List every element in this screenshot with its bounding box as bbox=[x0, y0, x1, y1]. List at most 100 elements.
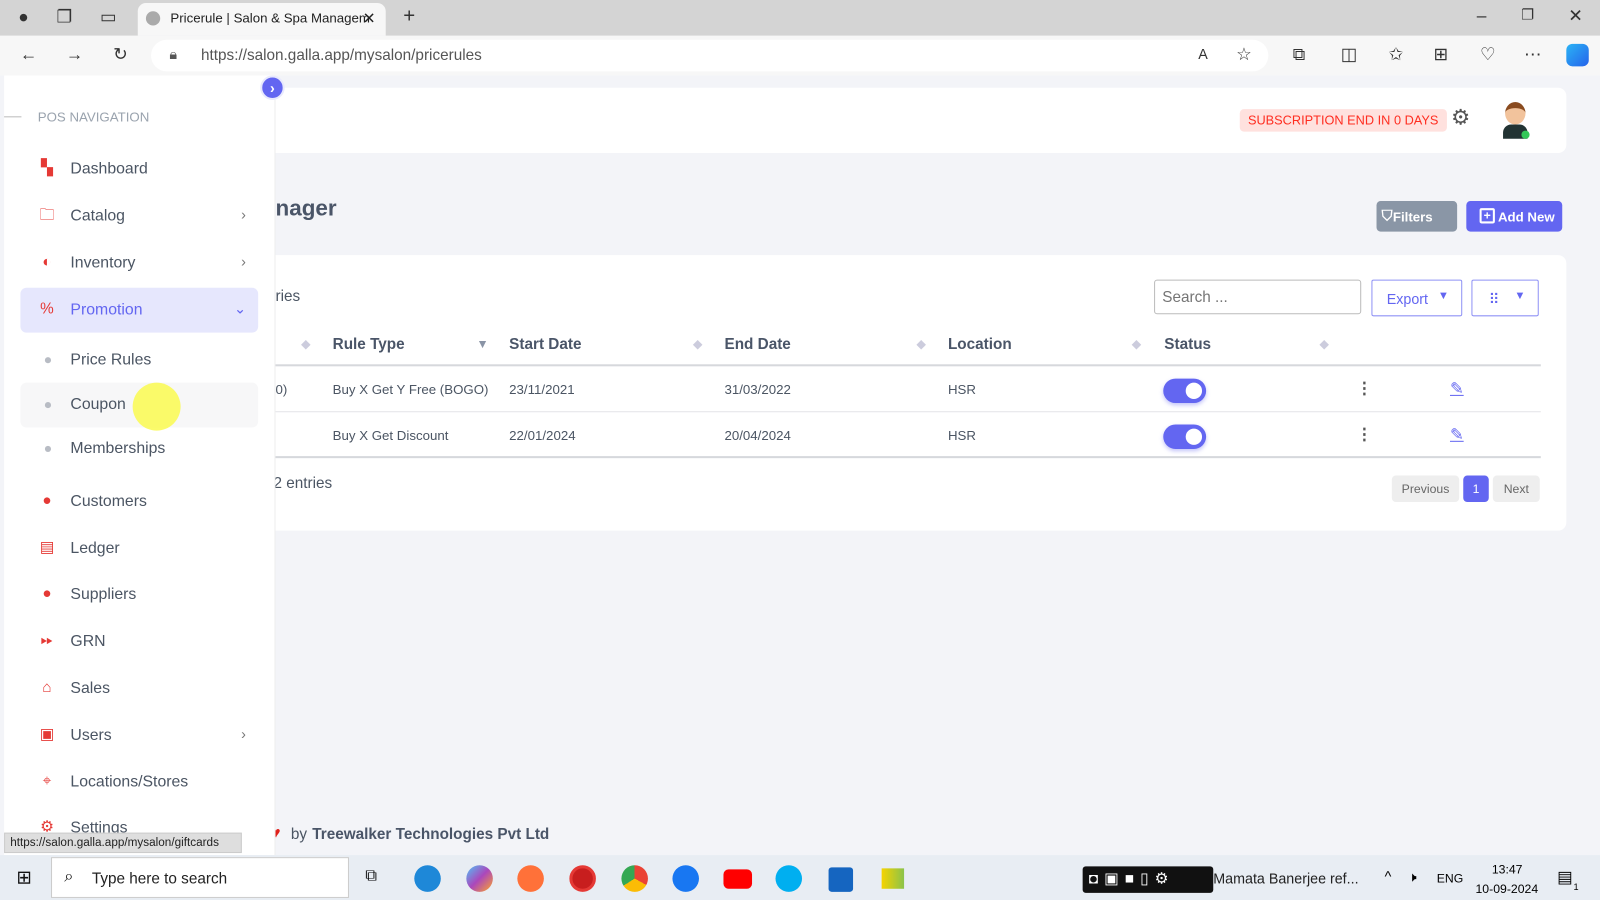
caret-down-icon: ▼ bbox=[1514, 289, 1526, 303]
footer-company-link[interactable]: Treewalker Technologies Pvt Ltd bbox=[312, 826, 549, 843]
facebook-icon[interactable] bbox=[672, 865, 699, 892]
top-header: SUBSCRIPTION END IN 0 DAYS ⚙ bbox=[244, 87, 1567, 154]
workspaces-icon[interactable]: ❐ bbox=[52, 7, 76, 27]
more-vertical-icon[interactable]: ⋮ bbox=[1356, 379, 1372, 399]
show-entries-label: ries bbox=[275, 287, 301, 306]
sort-icon[interactable]: ◆ bbox=[1319, 337, 1328, 351]
sidebar-item-customers[interactable]: ● Customers bbox=[20, 480, 258, 525]
store-icon[interactable] bbox=[828, 867, 854, 892]
col-end-date[interactable]: End Date bbox=[724, 336, 790, 353]
settings-gear-icon[interactable]: ⚙ bbox=[1451, 105, 1470, 131]
status-toggle[interactable] bbox=[1163, 378, 1207, 404]
clock-time[interactable]: 13:47 bbox=[1492, 862, 1523, 876]
col-start-date[interactable]: Start Date bbox=[509, 336, 581, 353]
language-indicator[interactable]: ENG bbox=[1437, 871, 1464, 885]
copilot-app-icon[interactable] bbox=[466, 865, 493, 892]
taskbar-search[interactable]: ⌕ Type here to search bbox=[51, 857, 349, 898]
table-row: 0) Buy X Get Y Free (BOGO) 23/11/2021 31… bbox=[275, 366, 1541, 413]
youtube-icon[interactable] bbox=[723, 869, 753, 889]
sidebar-item-users[interactable]: ▣ Users › bbox=[20, 713, 258, 758]
copilot-icon[interactable] bbox=[1566, 43, 1589, 67]
sidebar-item-label: Sales bbox=[70, 679, 110, 697]
avatar[interactable] bbox=[1502, 100, 1530, 141]
status-toggle[interactable] bbox=[1163, 424, 1207, 449]
windows-start-icon[interactable]: ⊞ bbox=[16, 867, 31, 888]
column-visibility-button[interactable]: ⠿ ▼ bbox=[1471, 279, 1539, 317]
clock-date[interactable]: 10-09-2024 bbox=[1475, 882, 1538, 896]
col-rule-type[interactable]: Rule Type bbox=[333, 336, 405, 353]
chrome-icon[interactable] bbox=[621, 865, 648, 892]
sidebar-item-label: Promotion bbox=[70, 301, 143, 319]
col-status[interactable]: Status bbox=[1164, 336, 1211, 353]
sort-icon[interactable]: ◆ bbox=[916, 337, 925, 351]
browser-tab[interactable]: Pricerule | Salon & Spa Managem ✕ bbox=[137, 3, 386, 36]
sidebar-item-catalog[interactable]: 🗀︎ Catalog › bbox=[20, 194, 258, 239]
sidebar-item-sales[interactable]: ⌂ Sales bbox=[20, 666, 258, 711]
close-tab-icon[interactable]: ✕ bbox=[363, 9, 376, 27]
browser-essentials-icon[interactable]: ♡ bbox=[1475, 45, 1499, 65]
sort-icon[interactable]: ◆ bbox=[1132, 337, 1141, 351]
read-aloud-icon[interactable]: A bbox=[1191, 46, 1215, 62]
pagination-next[interactable]: Next bbox=[1492, 475, 1540, 503]
minimize-icon[interactable]: – bbox=[1469, 6, 1493, 26]
sidebar-item-price-rules[interactable]: Price Rules bbox=[20, 338, 258, 383]
sort-icon[interactable]: ◆ bbox=[301, 337, 310, 351]
more-icon[interactable]: ⋯ bbox=[1520, 45, 1544, 65]
url-bar[interactable]: 🔒︎ https://salon.galla.app/mysalon/price… bbox=[151, 39, 1269, 72]
edit-pencil-icon[interactable]: ✎ bbox=[1450, 379, 1464, 399]
refresh-icon[interactable]: ↻ bbox=[108, 45, 132, 65]
cell-name: 0) bbox=[275, 381, 288, 397]
skype-icon[interactable] bbox=[775, 865, 803, 892]
footer-by: by bbox=[290, 825, 307, 843]
app-icon[interactable] bbox=[881, 868, 905, 889]
back-icon[interactable]: ← bbox=[16, 45, 40, 65]
chevron-up-icon[interactable]: ^ bbox=[1385, 868, 1392, 884]
search-input[interactable] bbox=[1154, 279, 1362, 315]
favorites-icon[interactable]: ✩ bbox=[1384, 45, 1408, 65]
capture-toolbar[interactable]: ◘▣■▯⚙ bbox=[1082, 866, 1214, 893]
extensions-icon[interactable]: ⧉ bbox=[1287, 45, 1311, 65]
pagination-previous[interactable]: Previous bbox=[1391, 475, 1460, 503]
news-widget[interactable]: Mamata Banerjee ref... bbox=[1213, 870, 1358, 886]
split-screen-icon[interactable]: ◫ bbox=[1337, 45, 1361, 65]
edit-pencil-icon[interactable]: ✎ bbox=[1450, 424, 1464, 444]
sidebar-toggle-button[interactable]: › bbox=[260, 75, 285, 100]
collections-icon[interactable]: ⊞ bbox=[1429, 45, 1453, 65]
sort-desc-icon[interactable]: ▼ bbox=[477, 337, 489, 351]
sidebar-item-promotion[interactable]: % Promotion ⌄ bbox=[20, 287, 259, 333]
add-new-button[interactable]: + Add New bbox=[1466, 201, 1563, 232]
task-view-icon[interactable]: ⧉ bbox=[365, 867, 377, 885]
subscription-badge: SUBSCRIPTION END IN 0 DAYS bbox=[1239, 109, 1447, 132]
profile-icon[interactable]: ● bbox=[11, 7, 35, 27]
filters-button[interactable]: ⛉ Filters bbox=[1376, 201, 1458, 232]
firefox-icon[interactable] bbox=[517, 865, 544, 892]
bullet-icon bbox=[44, 357, 52, 364]
sidebar-item-dashboard[interactable]: ▚ Dashboard bbox=[20, 147, 258, 192]
notifications-icon[interactable]: ▤ bbox=[1557, 867, 1572, 887]
opera-icon[interactable] bbox=[569, 865, 596, 892]
mute-icon[interactable]: 🕨︎ bbox=[1408, 869, 1416, 885]
tab-actions-icon[interactable]: ▭ bbox=[96, 7, 120, 27]
filter-icon: ⛉ bbox=[1381, 207, 1393, 224]
sidebar-item-label: Locations/Stores bbox=[70, 773, 189, 791]
sidebar-item-ledger[interactable]: ▤ Ledger bbox=[20, 527, 258, 572]
sidebar-item-grn[interactable]: ⏩︎ GRN bbox=[20, 619, 258, 664]
cell-start-date: 22/01/2024 bbox=[509, 427, 576, 443]
more-vertical-icon[interactable]: ⋮ bbox=[1356, 424, 1372, 444]
chevron-right-icon: › bbox=[241, 206, 246, 223]
edge-icon[interactable] bbox=[414, 865, 441, 892]
browser-tab-bar: ● ❐ ▭ Pricerule | Salon & Spa Managem ✕ … bbox=[0, 0, 1600, 36]
favorite-star-icon[interactable]: ☆ bbox=[1232, 45, 1256, 65]
close-window-icon[interactable]: ✕ bbox=[1563, 6, 1587, 26]
new-tab-icon[interactable]: + bbox=[397, 5, 421, 28]
col-location[interactable]: Location bbox=[948, 336, 1012, 353]
maximize-icon[interactable]: ❐ bbox=[1515, 6, 1539, 23]
sidebar-item-locations-stores[interactable]: ⌖ Locations/Stores bbox=[20, 760, 258, 805]
sidebar-item-inventory[interactable]: ◐ Inventory › bbox=[20, 241, 258, 286]
export-button[interactable]: Export ▼ bbox=[1371, 279, 1463, 317]
sidebar-item-memberships[interactable]: Memberships bbox=[20, 427, 258, 472]
sidebar-item-suppliers[interactable]: ● Suppliers bbox=[20, 572, 258, 617]
forward-icon[interactable]: → bbox=[62, 45, 86, 65]
sort-icon[interactable]: ◆ bbox=[693, 337, 702, 351]
pagination-page-1[interactable]: 1 bbox=[1463, 475, 1489, 503]
